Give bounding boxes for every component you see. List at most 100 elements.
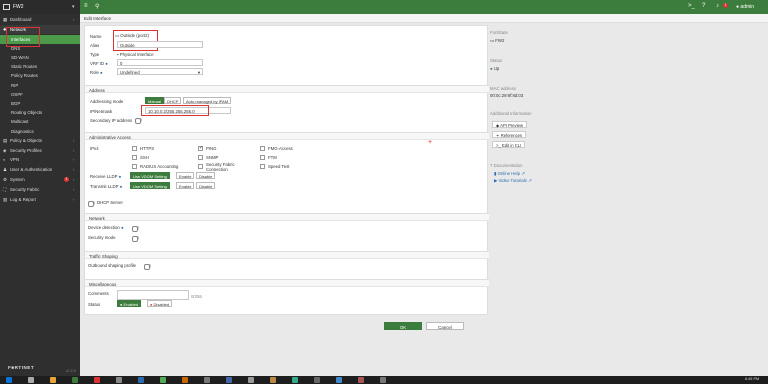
sidebar-item-label: RIP [11, 82, 19, 88]
device-detection-toggle[interactable] [132, 226, 139, 232]
help-icon[interactable]: ? [702, 3, 705, 9]
access-checkbox-speed-test[interactable] [260, 164, 265, 169]
bell-icon[interactable]: ♪ [716, 3, 719, 9]
access-checkbox-snmp[interactable] [198, 155, 203, 160]
taskbar-app-icon[interactable] [248, 377, 254, 383]
taskbar-app-icon[interactable] [270, 377, 276, 383]
sidebar-item-system[interactable]: ⚙ System 1 › [0, 175, 80, 184]
fortigate-header: FortiGate [490, 30, 508, 35]
taskbar-app-icon[interactable] [314, 377, 320, 383]
video-tutorials-link[interactable]: ▶ Video Tutorials ↗ [494, 178, 532, 184]
references-button[interactable]: ⚭ References [492, 131, 527, 138]
sidebar-item-ospf[interactable]: OSPF [0, 90, 80, 99]
taskbar-app-icon[interactable] [94, 377, 100, 383]
status-disabled[interactable]: ● Disabled [147, 300, 173, 307]
transmit-lldp-text: Transmit LLDP [90, 184, 119, 189]
device-switcher[interactable]: FW2 ▾ [0, 0, 80, 14]
edit-cli-button[interactable]: >_ Edit in CLI [492, 141, 526, 148]
receive-lldp-disable[interactable]: Disable [196, 172, 216, 179]
cancel-button[interactable]: Cancel [426, 322, 464, 330]
taskbar-app-icon[interactable] [116, 377, 122, 383]
transmit-lldp-disable[interactable]: Disable [196, 182, 216, 189]
access-label: Speed Test [268, 164, 290, 169]
sidebar-item-sd-wan[interactable]: SD-WAN [0, 53, 80, 62]
mode-ipam[interactable]: Auto-managed by IPAM [183, 97, 232, 104]
role-value: Undefined [120, 70, 140, 75]
sidebar-item-bgp[interactable]: BGP [0, 99, 80, 108]
receive-lldp-vdom[interactable]: Use VDOM Setting [130, 172, 170, 179]
section-network: Network [85, 213, 489, 221]
taskbar-app-icon[interactable] [292, 377, 298, 383]
mode-manual[interactable]: Manual [145, 97, 165, 104]
terminal-icon[interactable]: >_ [688, 3, 695, 9]
sidebar-item-label: User & Authentication [10, 167, 53, 173]
search-icon[interactable]: ⚲ [95, 3, 99, 10]
access-checkbox-ssh[interactable] [132, 155, 137, 160]
access-checkbox-security-fabric-connection[interactable] [198, 164, 203, 169]
sidebar-item-dashboard[interactable]: ▦ Dashboard › [0, 15, 80, 24]
taskbar-app-icon[interactable] [160, 377, 166, 383]
access-label: RADIUS Accounting [140, 164, 179, 169]
access-checkbox-fmg-access[interactable] [260, 146, 265, 151]
access-checkbox-ftm[interactable] [260, 155, 265, 160]
ok-button[interactable]: OK [384, 322, 422, 330]
online-help-link[interactable]: ▮ Online Help ↗ [494, 171, 525, 177]
sidebar-item-label: System [10, 177, 25, 182]
alias-input[interactable]: Outside [117, 41, 203, 48]
admin-name: admin [740, 4, 755, 10]
menu-icon[interactable]: ≡ [84, 3, 88, 9]
comments-textarea[interactable] [117, 290, 189, 300]
sidebar-item-vpn[interactable]: ◐ VPN › [0, 155, 80, 164]
security-mode-toggle[interactable] [132, 236, 139, 242]
access-checkbox-https[interactable] [132, 146, 137, 151]
comments-label: Comments [88, 291, 109, 296]
sidebar-item-label: SD-WAN [11, 55, 29, 60]
taskbar-app-icon[interactable] [358, 377, 364, 383]
access-checkbox-ping[interactable] [198, 145, 203, 151]
taskbar-app-icon[interactable] [336, 377, 342, 383]
taskbar-app-icon[interactable] [138, 377, 144, 383]
sidebar-item-static-routes[interactable]: Static Routes [0, 62, 80, 71]
nav-icon: ◐ [3, 157, 6, 163]
outbound-shaping-toggle[interactable] [144, 264, 151, 270]
role-select[interactable]: Undefined ▾ [117, 68, 203, 75]
references-text: References [500, 133, 523, 138]
sidebar-item-log-report[interactable]: ▥ Log & Report › [0, 195, 80, 204]
sidebar-item-label: Policy & Objects [10, 137, 42, 143]
transmit-lldp-vdom[interactable]: Use VDOM Setting [130, 182, 170, 189]
sidebar-item-policy-objects[interactable]: ▤ Policy & Objects › [0, 136, 80, 145]
api-preview-button[interactable]: ◆ API Preview [492, 121, 527, 128]
taskbar-app-icon[interactable] [380, 377, 386, 383]
user-menu[interactable]: ● admin [736, 4, 754, 10]
taskbar-app-icon[interactable] [50, 377, 56, 383]
access-checkbox-radius-accounting[interactable] [132, 164, 137, 169]
dhcp-server-toggle[interactable] [88, 201, 95, 207]
receive-lldp-enable[interactable]: Enable [176, 172, 195, 179]
sidebar-item-multicast[interactable]: Multicast [0, 117, 80, 126]
mode-dhcp[interactable]: DHCP [164, 97, 182, 104]
sidebar-item-security-fabric[interactable]: ⛶ Security Fabric › [0, 185, 80, 194]
sidebar-item-diagnostics[interactable]: Diagnostics [0, 127, 80, 136]
sidebar-item-rip[interactable]: RIP [0, 81, 80, 90]
info-icon: ● [119, 184, 123, 189]
taskbar-app-icon[interactable] [182, 377, 188, 383]
highlight-box-ip [141, 105, 209, 116]
sidebar-item-user-authentication[interactable]: ♟ User & Authentication › [0, 165, 80, 174]
transmit-lldp-enable[interactable]: Enable [176, 182, 195, 189]
sidebar-item-routing-objects[interactable]: Routing Objects [0, 108, 80, 117]
secondary-ip-toggle[interactable] [135, 118, 142, 124]
taskbar-app-icon[interactable] [72, 377, 78, 383]
status-enabled[interactable]: ● Enabled [117, 300, 142, 307]
sidebar-item-policy-routes[interactable]: Policy Routes [0, 71, 80, 80]
taskbar-app-icon[interactable] [204, 377, 210, 383]
start-icon[interactable] [6, 377, 12, 383]
taskbar-app-icon[interactable] [28, 377, 34, 383]
fortinet-logo: F■RTINET [8, 365, 35, 370]
access-label: PING [206, 146, 217, 151]
book-icon: ▮ [494, 171, 497, 176]
taskbar-app-icon[interactable] [226, 377, 232, 383]
sidebar-item-label: Diagnostics [11, 128, 34, 134]
role-label-text: Role [90, 70, 99, 75]
vrf-input[interactable]: 0 [117, 59, 203, 66]
sidebar-item-security-profiles[interactable]: ◈ Security Profiles › [0, 146, 80, 155]
